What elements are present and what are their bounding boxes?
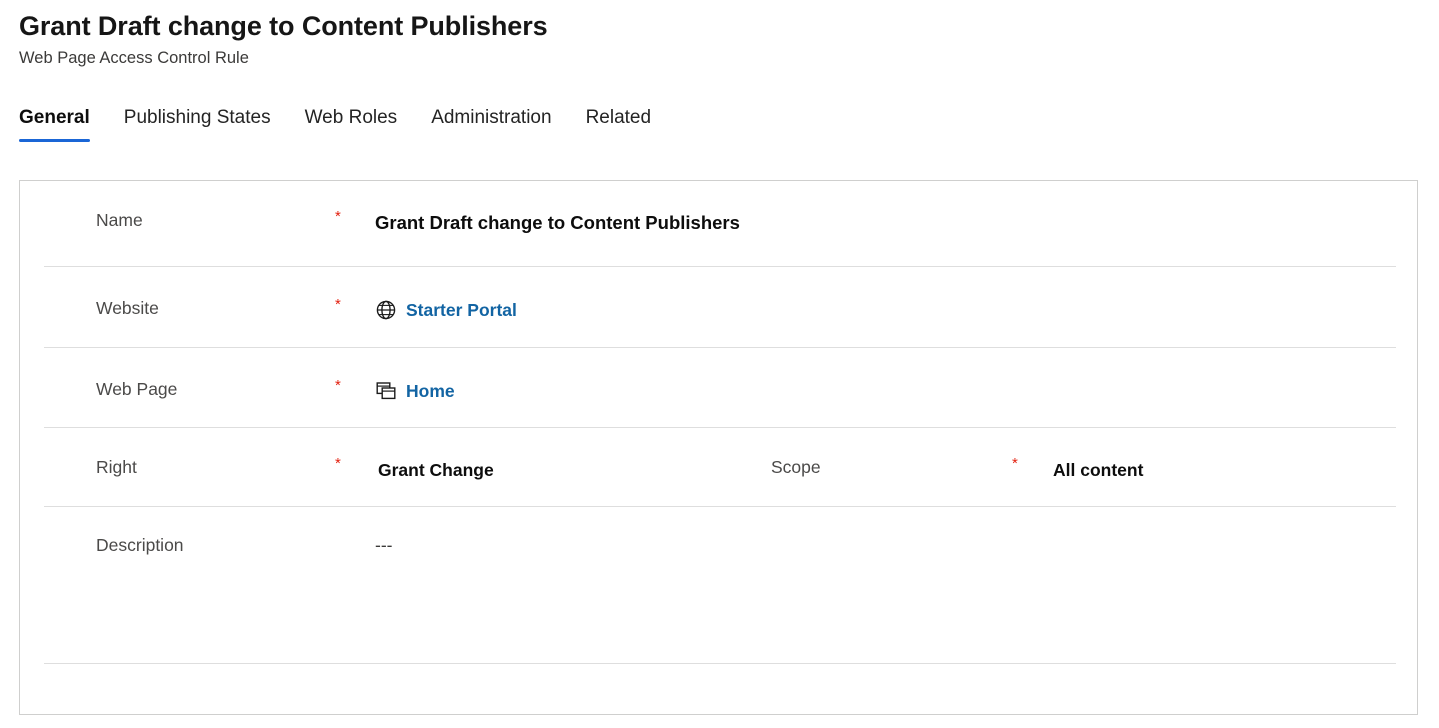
scope-value[interactable]: All content	[1053, 458, 1143, 482]
tab-publishing-states[interactable]: Publishing States	[124, 105, 271, 142]
web-page-required-marker: *	[335, 377, 341, 394]
page-header: Grant Draft change to Content Publishers…	[0, 0, 1439, 70]
scope-label: Scope	[771, 457, 821, 477]
right-required-marker: *	[335, 455, 341, 472]
form-row-web-page: Web Page * Home	[21, 348, 1418, 428]
web-page-label: Web Page	[96, 379, 178, 399]
web-page-icon	[375, 380, 397, 402]
tab-administration[interactable]: Administration	[431, 105, 551, 142]
web-page-value-group: Home	[375, 379, 455, 403]
website-label: Website	[96, 298, 159, 318]
website-link[interactable]: Starter Portal	[406, 298, 517, 322]
page-subtitle: Web Page Access Control Rule	[19, 49, 249, 67]
page-title: Grant Draft change to Content Publishers	[19, 11, 548, 41]
form-row-description: Description ---	[21, 507, 1418, 664]
scope-required-marker: *	[1012, 455, 1018, 472]
form-row-website: Website * Starter Portal	[21, 267, 1418, 348]
description-value[interactable]: ---	[375, 533, 392, 557]
right-value[interactable]: Grant Change	[378, 458, 494, 482]
website-required-marker: *	[335, 296, 341, 313]
web-page-link[interactable]: Home	[406, 379, 455, 403]
tab-web-roles[interactable]: Web Roles	[305, 105, 398, 142]
right-label: Right	[96, 457, 137, 477]
form-row-right-scope: Right * Grant Change Scope * All content	[21, 428, 1418, 507]
row-separator	[44, 663, 1396, 664]
website-value-group: Starter Portal	[375, 298, 517, 322]
globe-icon	[375, 299, 397, 321]
tab-related[interactable]: Related	[586, 105, 652, 142]
form-row-name: Name * Grant Draft change to Content Pub…	[21, 181, 1418, 267]
name-value[interactable]: Grant Draft change to Content Publishers	[375, 211, 740, 235]
description-label: Description	[96, 535, 184, 555]
name-required-marker: *	[335, 208, 341, 225]
general-tab-form-card: Name * Grant Draft change to Content Pub…	[19, 180, 1418, 715]
tab-general[interactable]: General	[19, 105, 90, 142]
name-label: Name	[96, 210, 143, 230]
tab-strip: General Publishing States Web Roles Admi…	[0, 98, 1439, 142]
